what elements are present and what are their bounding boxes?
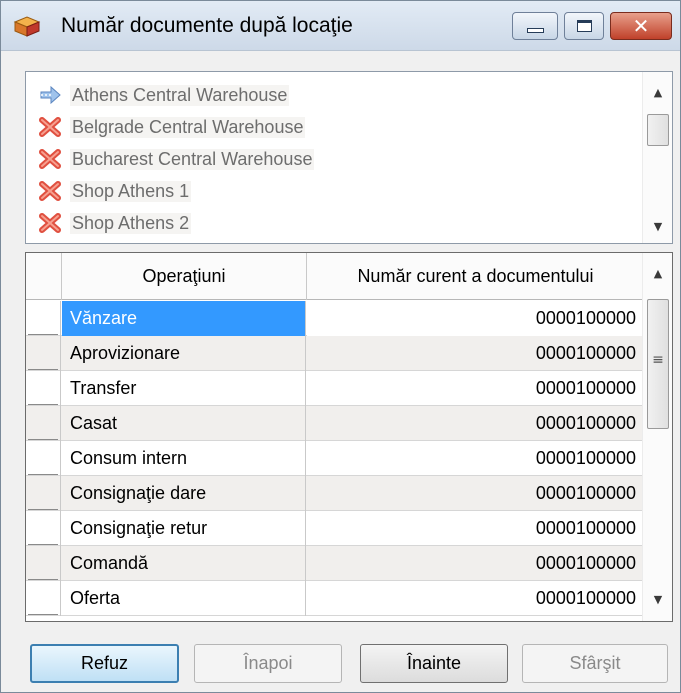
table-row[interactable]: Consignaţie retur 0000100000: [26, 511, 644, 546]
operation-cell[interactable]: Aprovizionare: [62, 336, 306, 371]
location-item[interactable]: Shop Athens 2: [38, 207, 192, 239]
row-selector[interactable]: [26, 581, 61, 616]
minimize-button[interactable]: [512, 12, 558, 40]
grid-scrollbar[interactable]: ▲ ≡ ▼: [642, 253, 672, 621]
red-x-icon: [39, 149, 61, 169]
number-cell[interactable]: 0000100000: [307, 441, 644, 476]
grid-header: Operaţiuni Număr curent a documentului: [26, 253, 644, 300]
location-item[interactable]: Athens Central Warehouse: [38, 79, 290, 111]
number-cell[interactable]: 0000100000: [307, 581, 644, 616]
window-title: Număr documente după locaţie: [61, 14, 353, 37]
scroll-up-arrow-icon[interactable]: ▲: [643, 86, 673, 99]
red-x-icon: [39, 117, 61, 137]
close-icon: ✕: [632, 14, 650, 38]
location-list[interactable]: Athens Central Warehouse Belgrade Centra…: [25, 71, 673, 244]
row-selector[interactable]: [26, 511, 61, 546]
table-row[interactable]: Vănzare 0000100000: [26, 301, 644, 336]
row-selector[interactable]: [26, 336, 61, 371]
row-selector-header: [26, 253, 62, 300]
location-label: Shop Athens 1: [70, 180, 192, 202]
scroll-thumb[interactable]: ≡: [647, 299, 669, 429]
title-bar[interactable]: Număr documente după locaţie ✕: [1, 1, 680, 51]
arrow-right-icon: [40, 85, 61, 105]
operations-grid[interactable]: Operaţiuni Număr curent a documentului V…: [25, 252, 673, 622]
row-selector[interactable]: [26, 301, 61, 336]
dialog-window: Număr documente după locaţie ✕ Athens Ce…: [0, 0, 681, 693]
column-header-operations[interactable]: Operaţiuni: [62, 253, 307, 300]
table-row[interactable]: Aprovizionare 0000100000: [26, 336, 644, 371]
grip-icon: ≡: [652, 352, 664, 368]
number-cell[interactable]: 0000100000: [307, 476, 644, 511]
location-label: Athens Central Warehouse: [70, 84, 290, 106]
maximize-button[interactable]: [564, 12, 604, 40]
row-selector[interactable]: [26, 406, 61, 441]
table-row[interactable]: Comandă 0000100000: [26, 546, 644, 581]
back-button[interactable]: Înapoi: [194, 644, 342, 683]
scroll-down-arrow-icon[interactable]: ▼: [643, 593, 672, 606]
app-icon: [13, 16, 41, 37]
table-row[interactable]: Oferta 0000100000: [26, 581, 644, 616]
operation-cell[interactable]: Consum intern: [62, 441, 306, 476]
scroll-down-arrow-icon[interactable]: ▼: [643, 220, 673, 233]
row-selector[interactable]: [26, 476, 61, 511]
table-row[interactable]: Consignaţie dare 0000100000: [26, 476, 644, 511]
number-cell[interactable]: 0000100000: [307, 546, 644, 581]
refuse-button[interactable]: Refuz: [30, 644, 179, 683]
operation-cell[interactable]: Transfer: [62, 371, 306, 406]
location-label: Bucharest Central Warehouse: [70, 148, 315, 170]
table-row[interactable]: Consum intern 0000100000: [26, 441, 644, 476]
number-cell[interactable]: 0000100000: [307, 371, 644, 406]
close-button[interactable]: ✕: [610, 12, 672, 40]
red-x-icon: [39, 213, 61, 233]
location-item[interactable]: Belgrade Central Warehouse: [38, 111, 306, 143]
location-label: Shop Athens 2: [70, 212, 192, 234]
number-cell[interactable]: 0000100000: [307, 301, 644, 336]
red-x-icon: [39, 181, 61, 201]
operation-cell[interactable]: Oferta: [62, 581, 306, 616]
operation-cell[interactable]: Comandă: [62, 546, 306, 581]
location-label: Belgrade Central Warehouse: [70, 116, 306, 138]
finish-button[interactable]: Sfârşit: [522, 644, 668, 683]
scroll-thumb[interactable]: [647, 114, 669, 146]
maximize-icon: [577, 20, 592, 32]
number-cell[interactable]: 0000100000: [307, 336, 644, 371]
operation-cell[interactable]: Vănzare: [62, 301, 306, 336]
operation-cell[interactable]: Consignaţie dare: [62, 476, 306, 511]
scroll-up-arrow-icon[interactable]: ▲: [643, 267, 672, 280]
row-selector[interactable]: [26, 441, 61, 476]
table-row[interactable]: Casat 0000100000: [26, 406, 644, 441]
location-scrollbar[interactable]: ▲ ▼: [642, 72, 672, 243]
number-cell[interactable]: 0000100000: [307, 406, 644, 441]
row-selector[interactable]: [26, 371, 61, 406]
table-row[interactable]: Transfer 0000100000: [26, 371, 644, 406]
location-item[interactable]: Shop Athens 1: [38, 175, 192, 207]
next-button[interactable]: Înainte: [360, 644, 508, 683]
minimize-icon: [527, 28, 544, 33]
number-cell[interactable]: 0000100000: [307, 511, 644, 546]
operation-cell[interactable]: Casat: [62, 406, 306, 441]
column-header-number[interactable]: Număr curent a documentului: [307, 253, 644, 300]
location-item[interactable]: Bucharest Central Warehouse: [38, 143, 315, 175]
operation-cell[interactable]: Consignaţie retur: [62, 511, 306, 546]
row-selector[interactable]: [26, 546, 61, 581]
